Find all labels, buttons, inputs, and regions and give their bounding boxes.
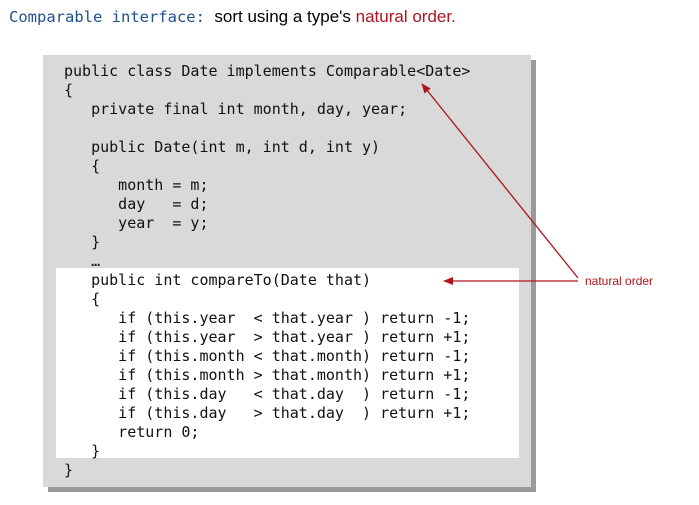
annotation-arrows (421, 83, 579, 285)
arrow-to-class-declaration (421, 83, 579, 279)
